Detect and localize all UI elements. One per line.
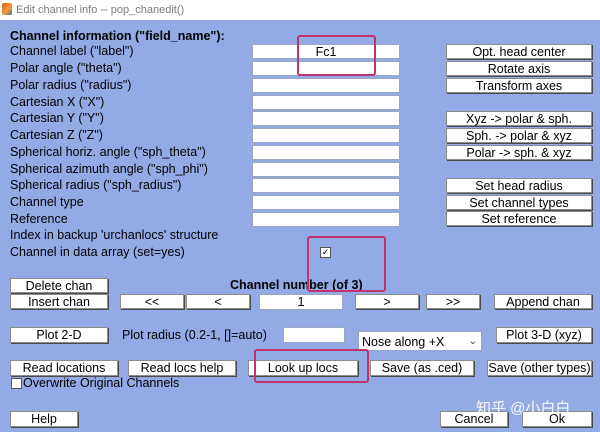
plot-radius-label: Plot radius (0.2-1, []=auto) bbox=[122, 328, 267, 342]
field-label-y: Cartesian Y ("Y") bbox=[10, 111, 104, 125]
plot-3d-button[interactable]: Plot 3-D (xyz) bbox=[496, 327, 592, 343]
overwrite-checkbox[interactable] bbox=[11, 378, 22, 389]
first-channel-button[interactable]: << bbox=[120, 294, 184, 309]
rotate-axis-button[interactable]: Rotate axis bbox=[446, 61, 592, 76]
plot-radius-input[interactable] bbox=[283, 327, 345, 343]
save-other-button[interactable]: Save (other types) bbox=[487, 360, 592, 376]
matlab-icon bbox=[2, 3, 12, 15]
field-label-radius: Polar radius ("radius") bbox=[10, 78, 132, 92]
fields-header: Channel information ("field_name"): bbox=[10, 29, 225, 43]
data-array-label: Channel in data array (set=yes) bbox=[10, 245, 185, 259]
nose-direction-value: Nose along +X bbox=[362, 335, 445, 349]
set-head-radius-button[interactable]: Set head radius bbox=[446, 178, 592, 193]
opt-head-center-button[interactable]: Opt. head center bbox=[446, 44, 592, 59]
sph-radius-input[interactable] bbox=[252, 178, 400, 193]
sph-phi-input[interactable] bbox=[252, 162, 400, 177]
urchan-label: Index in backup 'urchanlocs' structure bbox=[10, 228, 219, 242]
channel-number-input[interactable]: 1 bbox=[259, 294, 343, 310]
window-titlebar: Edit channel info -- pop_chanedit() bbox=[0, 0, 600, 20]
type-input[interactable] bbox=[252, 195, 400, 210]
chevron-down-icon: ⌄ bbox=[468, 336, 477, 347]
watermark-text: 知乎 @小白白 bbox=[476, 400, 571, 417]
field-label-sph-theta: Spherical horiz. angle ("sph_theta") bbox=[10, 145, 206, 159]
read-locations-button[interactable]: Read locations bbox=[10, 360, 118, 376]
plot-2d-button[interactable]: Plot 2-D bbox=[10, 327, 108, 343]
highlight-lookup-box bbox=[254, 349, 369, 383]
x-input[interactable] bbox=[252, 95, 400, 110]
next-channel-button[interactable]: > bbox=[355, 294, 419, 309]
xyz-to-polar-button[interactable]: Xyz -> polar & sph. bbox=[446, 111, 592, 126]
read-locs-help-button[interactable]: Read locs help bbox=[128, 360, 236, 376]
field-label-x: Cartesian X ("X") bbox=[10, 95, 105, 109]
z-input[interactable] bbox=[252, 128, 400, 143]
field-label-sph-phi: Spherical azimuth angle ("sph_phi") bbox=[10, 162, 208, 176]
field-label-theta: Polar angle ("theta") bbox=[10, 61, 122, 75]
reference-input[interactable] bbox=[252, 212, 400, 227]
polar-to-sph-button[interactable]: Polar -> sph. & xyz bbox=[446, 145, 592, 160]
y-input[interactable] bbox=[252, 111, 400, 126]
field-label-z: Cartesian Z ("Z") bbox=[10, 128, 103, 142]
highlight-label-box bbox=[297, 35, 376, 76]
set-channel-types-button[interactable]: Set channel types bbox=[446, 195, 592, 210]
nose-direction-select[interactable]: Nose along +X ⌄ bbox=[358, 331, 482, 351]
save-ced-button[interactable]: Save (as .ced) bbox=[370, 360, 474, 376]
dialog-panel: Channel information ("field_name"): Chan… bbox=[0, 20, 600, 432]
sph-to-polar-button[interactable]: Sph. -> polar & xyz bbox=[446, 128, 592, 143]
help-button[interactable]: Help bbox=[10, 411, 78, 427]
window-title: Edit channel info -- pop_chanedit() bbox=[16, 4, 185, 16]
field-label-type: Channel type bbox=[10, 195, 84, 209]
field-label-sph-radius: Spherical radius ("sph_radius") bbox=[10, 178, 182, 192]
delete-chan-button[interactable]: Delete chan bbox=[10, 278, 108, 293]
radius-input[interactable] bbox=[252, 78, 400, 93]
field-label-label: Channel label ("label") bbox=[10, 44, 134, 58]
sph-theta-input[interactable] bbox=[252, 145, 400, 160]
overwrite-label: Overwrite Original Channels bbox=[23, 376, 180, 390]
transform-axes-button[interactable]: Transform axes bbox=[446, 78, 592, 93]
insert-chan-button[interactable]: Insert chan bbox=[10, 294, 108, 309]
append-chan-button[interactable]: Append chan bbox=[494, 294, 592, 309]
set-reference-button[interactable]: Set reference bbox=[446, 211, 592, 226]
prev-channel-button[interactable]: < bbox=[186, 294, 250, 309]
highlight-checkbox-box bbox=[307, 236, 386, 292]
field-label-reference: Reference bbox=[10, 212, 68, 226]
last-channel-button[interactable]: >> bbox=[426, 294, 480, 309]
